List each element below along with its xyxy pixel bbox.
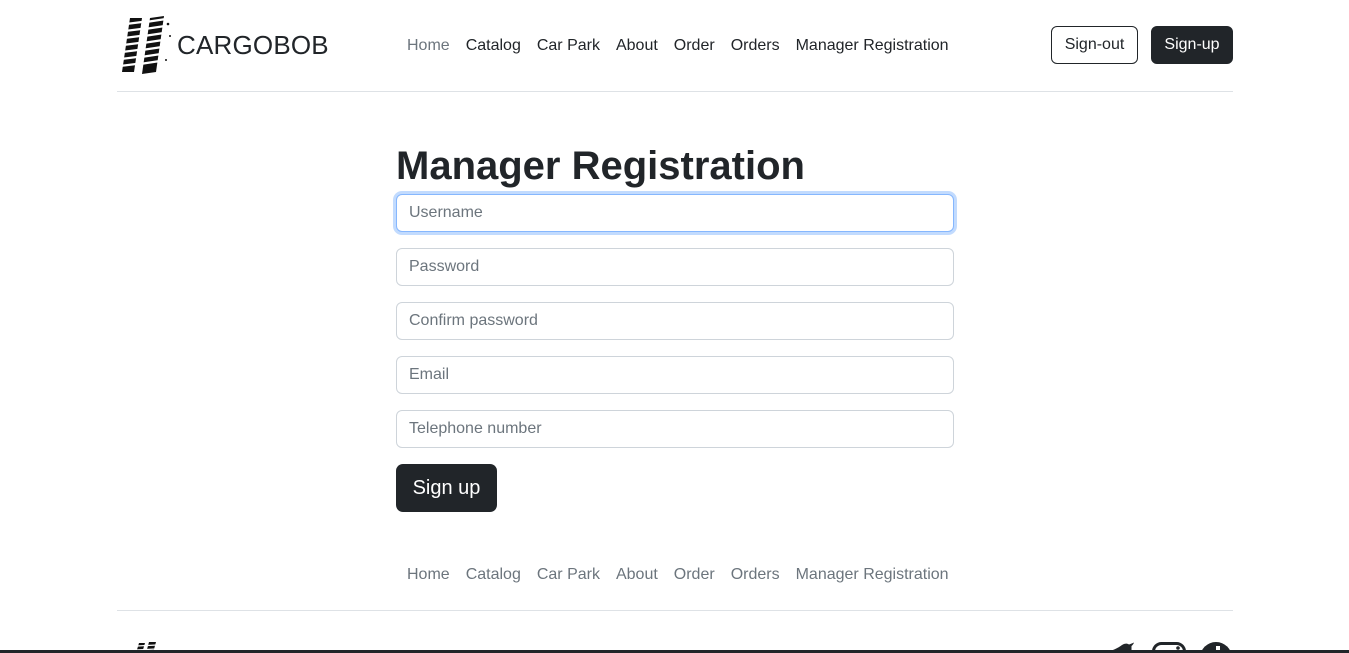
username-input[interactable] bbox=[396, 194, 954, 232]
nav-link-car-park[interactable]: Car Park bbox=[537, 37, 600, 55]
email-input[interactable] bbox=[396, 356, 954, 394]
sign-out-button[interactable]: Sign-out bbox=[1051, 26, 1138, 64]
registration-form-section: Manager Registration Sign up bbox=[396, 140, 954, 512]
nav-link-home[interactable]: Home bbox=[407, 37, 450, 55]
footer-link-home[interactable]: Home bbox=[407, 566, 450, 584]
footer-link-catalog[interactable]: Catalog bbox=[466, 566, 521, 584]
brand-link[interactable]: CARGOBOB bbox=[120, 16, 329, 74]
password-input[interactable] bbox=[396, 248, 954, 286]
sign-up-header-button[interactable]: Sign-up bbox=[1151, 26, 1233, 64]
nav-link-about[interactable]: About bbox=[616, 37, 658, 55]
nav-link-orders[interactable]: Orders bbox=[731, 37, 780, 55]
main-nav: Home Catalog Car Park About Order Orders… bbox=[407, 35, 949, 57]
confirm-password-input[interactable] bbox=[396, 302, 954, 340]
footer-divider bbox=[117, 610, 1233, 611]
nav-link-manager-registration[interactable]: Manager Registration bbox=[796, 37, 949, 55]
footer-nav: Home Catalog Car Park About Order Orders… bbox=[407, 564, 949, 586]
site-header: CARGOBOB Home Catalog Car Park About Ord… bbox=[117, 0, 1233, 92]
telephone-input[interactable] bbox=[396, 410, 954, 448]
brand-name: CARGOBOB bbox=[177, 29, 329, 60]
nav-link-catalog[interactable]: Catalog bbox=[466, 37, 521, 55]
footer-link-about[interactable]: About bbox=[616, 566, 658, 584]
footer-link-order[interactable]: Order bbox=[674, 566, 715, 584]
manager-registration-form: Sign up bbox=[396, 194, 954, 512]
page-title: Manager Registration bbox=[396, 144, 805, 188]
nav-link-order[interactable]: Order bbox=[674, 37, 715, 55]
footer-link-orders[interactable]: Orders bbox=[731, 566, 780, 584]
tire-track-logo-icon bbox=[120, 16, 171, 74]
footer-link-manager-registration[interactable]: Manager Registration bbox=[796, 566, 949, 584]
sign-up-submit-button[interactable]: Sign up bbox=[396, 464, 497, 512]
footer-link-car-park[interactable]: Car Park bbox=[537, 566, 600, 584]
